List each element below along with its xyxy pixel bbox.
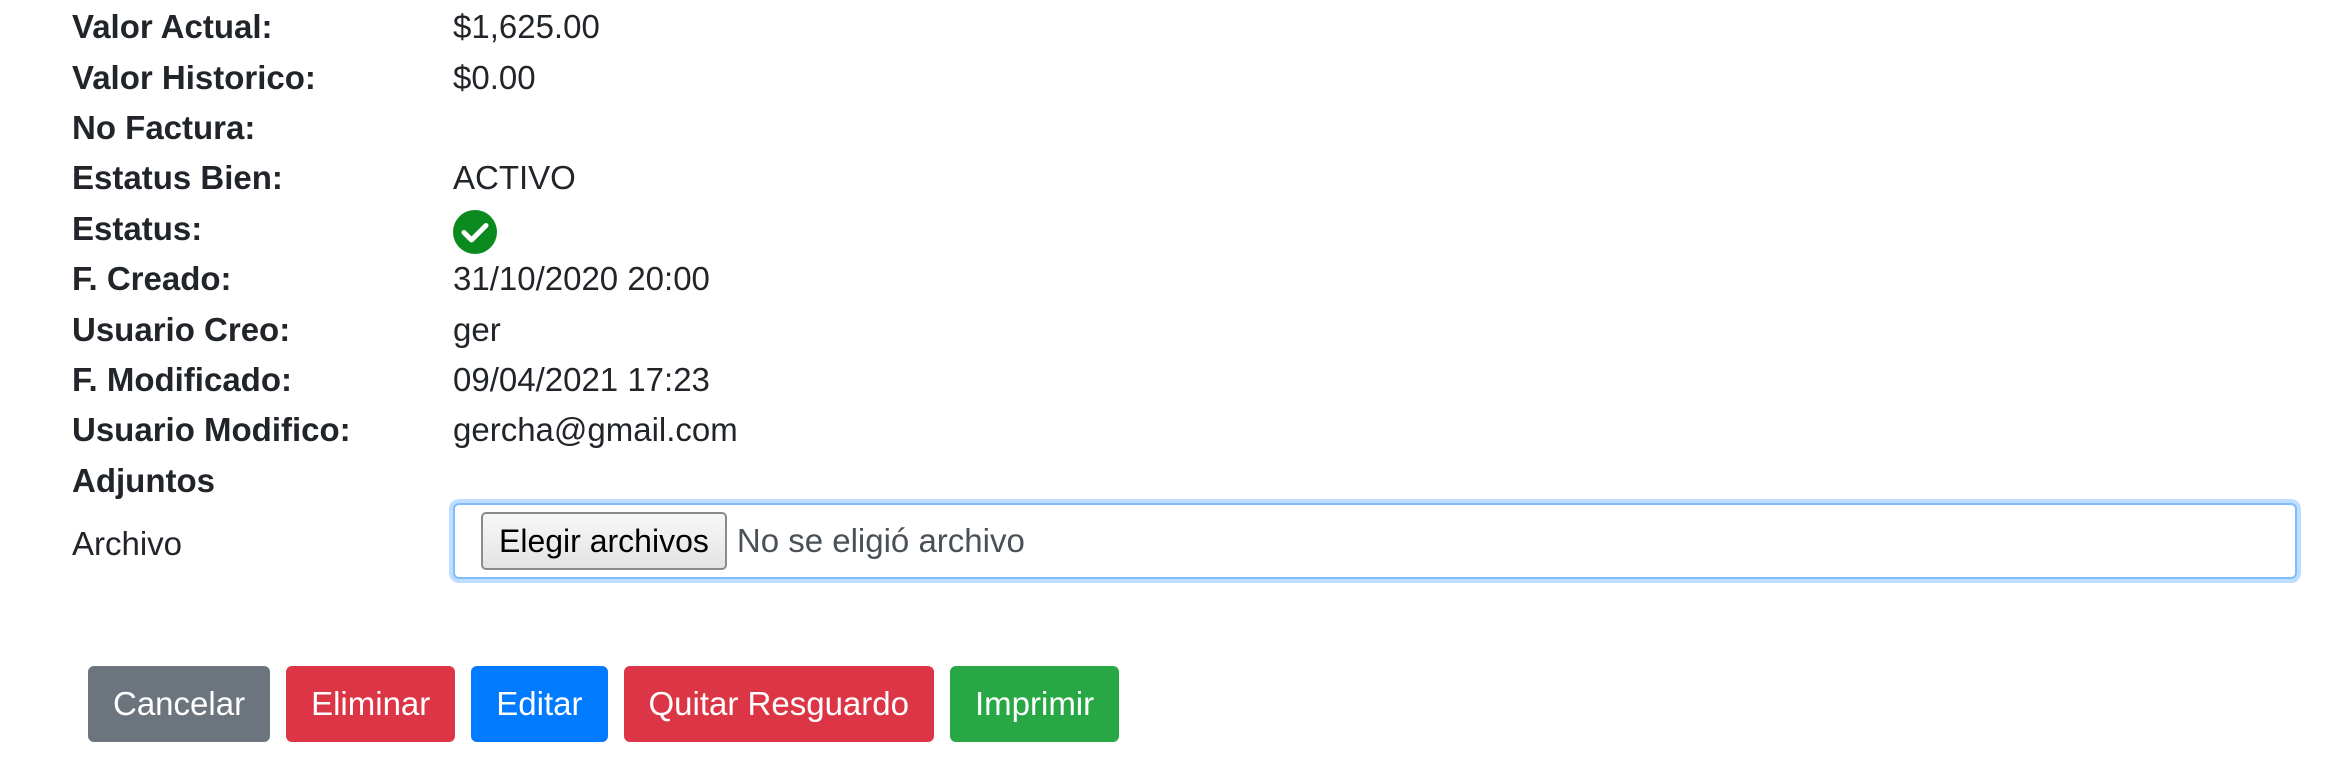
- detail-row-valor-actual: Valor Actual: $1,625.00: [72, 2, 2312, 52]
- detail-row-estatus: Estatus:: [72, 204, 2312, 254]
- print-button[interactable]: Imprimir: [949, 666, 1120, 742]
- action-buttons: Cancelar Eliminar Editar Quitar Resguard…: [88, 666, 1120, 742]
- f-creado-label: F. Creado:: [72, 260, 232, 298]
- usuario-modifico-value: gercha@gmail.com: [453, 411, 738, 449]
- file-upload-row: Archivo Elegir archivos No se eligió arc…: [72, 503, 2312, 585]
- adjuntos-heading: Adjuntos: [72, 461, 215, 499]
- detail-row-estatus-bien: Estatus Bien: ACTIVO: [72, 153, 2312, 203]
- detail-page: Valor Actual: $1,625.00 Valor Historico:…: [0, 0, 2344, 776]
- detail-row-valor-historico: Valor Historico: $0.00: [72, 52, 2312, 102]
- detail-row-f-creado: F. Creado: 31/10/2020 20:00: [72, 254, 2312, 304]
- details-list: Valor Actual: $1,625.00 Valor Historico:…: [72, 2, 2312, 506]
- detail-row-usuario-modifico: Usuario Modifico: gercha@gmail.com: [72, 405, 2312, 455]
- valor-historico-value: $0.00: [453, 58, 536, 96]
- archivo-label: Archivo: [72, 525, 183, 562]
- check-circle-icon: [453, 209, 497, 254]
- valor-actual-label: Valor Actual:: [72, 8, 273, 46]
- file-input[interactable]: Elegir archivos No se eligió archivo: [453, 503, 2297, 579]
- edit-button[interactable]: Editar: [471, 666, 608, 742]
- detail-row-f-modificado: F. Modificado: 09/04/2021 17:23: [72, 355, 2312, 405]
- delete-button[interactable]: Eliminar: [286, 666, 456, 742]
- valor-actual-value: $1,625.00: [453, 8, 600, 46]
- no-factura-label: No Factura:: [72, 108, 256, 146]
- remove-custody-button[interactable]: Quitar Resguardo: [623, 666, 934, 742]
- detail-row-usuario-creo: Usuario Creo: ger: [72, 304, 2312, 354]
- estatus-bien-label: Estatus Bien:: [72, 159, 283, 197]
- cancel-button[interactable]: Cancelar: [88, 666, 271, 742]
- f-creado-value: 31/10/2020 20:00: [453, 260, 710, 298]
- estatus-bien-value: ACTIVO: [453, 159, 576, 197]
- detail-row-no-factura: No Factura:: [72, 103, 2312, 153]
- usuario-creo-label: Usuario Creo:: [72, 310, 291, 348]
- usuario-creo-value: ger: [453, 310, 501, 348]
- estatus-label: Estatus:: [72, 209, 203, 247]
- estatus-value: [453, 204, 497, 254]
- choose-files-button[interactable]: Elegir archivos: [481, 512, 727, 570]
- usuario-modifico-label: Usuario Modifico:: [72, 411, 351, 449]
- file-status-text: No se eligió archivo: [736, 522, 1025, 559]
- f-modificado-value: 09/04/2021 17:23: [453, 360, 710, 398]
- valor-historico-label: Valor Historico:: [72, 58, 316, 96]
- f-modificado-label: F. Modificado:: [72, 360, 292, 398]
- detail-row-adjuntos: Adjuntos: [72, 456, 2312, 506]
